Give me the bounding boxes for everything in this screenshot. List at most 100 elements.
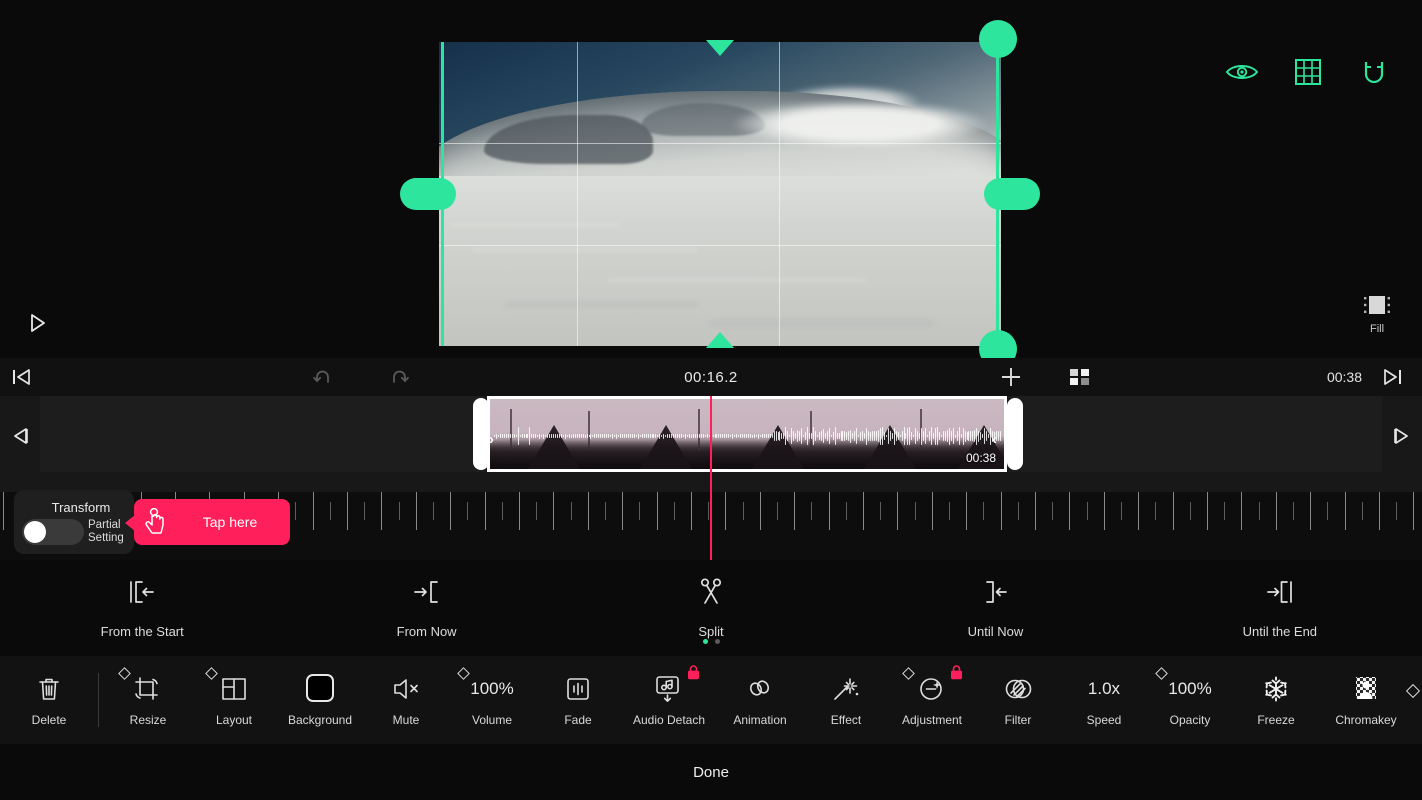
tool-volume[interactable]: 100% Volume [449,656,535,744]
next-frame-button[interactable] [1382,416,1422,456]
add-clip-button[interactable] [990,358,1032,396]
waveform-bar [789,434,791,438]
waveform-bar [582,433,584,439]
page-indicator [569,639,853,644]
clip-grid-icon [1070,369,1089,385]
keyframe-diamond-icon[interactable] [205,666,218,680]
clip-trim-handle-left[interactable] [473,398,489,470]
page-dot[interactable] [702,639,708,644]
tool-freeze[interactable]: Freeze [1233,656,1319,744]
magnet-icon[interactable] [1354,52,1394,92]
waveform-bar [913,434,915,438]
tooltip-arrow [125,515,135,531]
waveform-bar [954,434,956,438]
video-clip[interactable]: 00:38 [487,396,1007,472]
ruler-tick-minor [1224,502,1226,520]
waveform-bar [812,427,814,445]
waveform-bar [972,430,974,442]
clip-grid-button[interactable] [1060,358,1102,396]
plus-icon [1002,368,1020,386]
waveform-bar [795,432,797,440]
tool-label: Freeze [1257,712,1295,727]
tool-label: Opacity [1169,712,1211,727]
waveform-bar [527,434,529,438]
waveform-bar [517,427,519,445]
keyframe-diamond-icon[interactable] [457,666,471,680]
timeline-mid-controls [990,358,1102,396]
split-action-until-now[interactable]: Until Now [853,560,1137,656]
waveform-bar [665,434,667,438]
video-frame[interactable] [439,42,1001,346]
split-action-until-the-end[interactable]: Until the End [1138,560,1422,656]
split-action-from-the-start[interactable]: From the Start [0,560,284,656]
timeline-right-controls: 00:38 [1327,358,1414,396]
video-preview-area: Fill [0,0,1422,368]
waveform-bar [564,433,566,439]
page-dot[interactable] [714,639,720,644]
fill-button[interactable]: Fill [1346,292,1408,335]
tool-chromakey[interactable]: Chromakey [1319,656,1413,744]
tool-effect[interactable]: Effect [803,656,889,744]
split-action-from-now[interactable]: From Now [284,560,568,656]
grid-icon[interactable] [1288,52,1328,92]
play-button[interactable] [18,304,56,342]
waveform-bar [986,430,988,442]
ruler-tick-major [1069,492,1071,530]
tool-value-text: 100% [1155,666,1212,704]
tool-speed[interactable]: 1.0x Speed [1061,656,1147,744]
ruler-tick-minor [398,502,400,520]
ruler-tick-major [622,492,624,530]
waveform-bar [649,433,651,439]
waveform-bar [734,434,736,438]
waveform-bar [507,434,509,438]
keyframe-diamond-icon[interactable] [118,666,131,680]
waveform-bar [623,433,625,439]
waveform-bar [810,433,812,439]
ruler-tick-minor [845,502,847,520]
tool-background[interactable]: Background [277,656,363,744]
waveform-bar [797,429,799,443]
waveform-bar [525,433,527,439]
total-duration: 00:38 [1326,369,1362,385]
tool-delete[interactable]: Delete [6,656,92,744]
previous-frame-button[interactable] [0,416,40,456]
partial-setting-label: Partial Setting [88,519,124,545]
done-button[interactable]: Done [693,764,729,781]
toolbar-divider [98,673,99,727]
partial-line-2: Setting [88,531,124,544]
tool-layout[interactable]: Layout [191,656,277,744]
waveform-bar [494,435,495,437]
ruler-tick-major [931,492,933,530]
clip-trim-handle-right[interactable] [1007,398,1023,470]
waveform-bar [706,433,708,439]
waveform-bar [553,434,555,438]
waveform-bar [803,434,805,438]
skip-to-end-button[interactable] [1372,358,1414,396]
tap-hand-icon [145,507,164,534]
waveform-bar [726,434,728,438]
keyframe-diamond-icon[interactable] [902,666,915,680]
waveform-bar [653,434,655,438]
ruler-tick-minor [673,502,675,520]
waveform-bar [712,434,714,438]
audio-waveform [490,425,1004,447]
keyframe-diamond-icon[interactable] [1155,666,1169,680]
eye-icon[interactable] [1222,52,1262,92]
waveform-bar [864,433,866,439]
ruler-tick-major [966,492,968,530]
tool-filter[interactable]: Filter [975,656,1061,744]
split-action-split[interactable]: Split [569,560,853,656]
tool-fade[interactable]: Fade [535,656,621,744]
waveform-bar [958,427,960,445]
tool-mute[interactable]: Mute [363,656,449,744]
tap-here-tooltip[interactable]: Tap here [125,499,290,545]
tool-audio-detach[interactable]: Audio Detach [621,656,717,744]
partial-setting-toggle[interactable] [22,518,84,545]
tool-resize[interactable]: Resize [105,656,191,744]
tool-animation[interactable]: Animation [717,656,803,744]
waveform-bar [686,434,688,438]
playhead[interactable] [710,396,712,560]
waveform-bar [962,427,964,445]
tool-opacity[interactable]: 100% Opacity [1147,656,1233,744]
tool-adjustment[interactable]: Adjustment [889,656,975,744]
